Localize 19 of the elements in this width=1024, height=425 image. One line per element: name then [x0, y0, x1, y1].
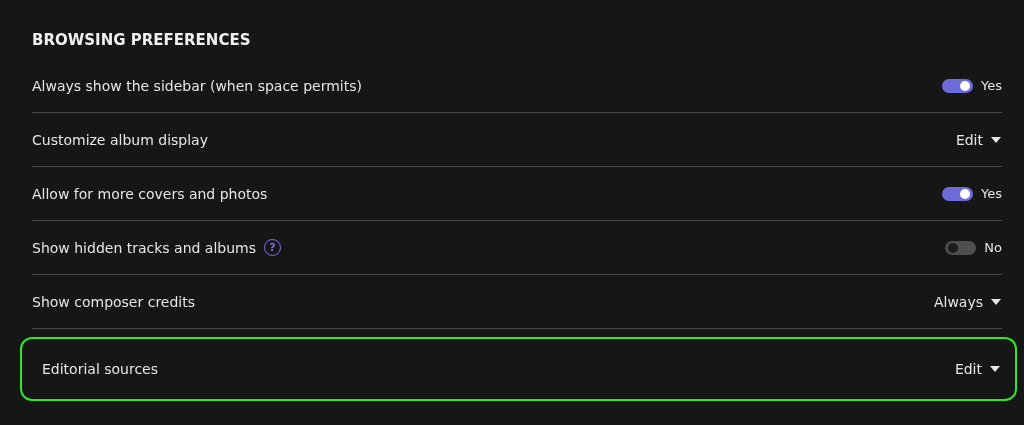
dropdown-button[interactable]: Edit: [954, 361, 1000, 377]
setting-label: Editorial sources: [42, 361, 159, 377]
setting-label: Show composer credits: [32, 293, 195, 310]
setting-label: Show hidden tracks and albums: [32, 239, 257, 256]
caret-icon: [990, 366, 1000, 372]
setting-label: Customize album display: [32, 131, 208, 148]
toggle-value: Yes: [981, 186, 1002, 201]
caret-icon: [991, 136, 1001, 143]
dropdown-button[interactable]: Always: [933, 293, 1001, 310]
toggle-value: Yes: [981, 78, 1002, 93]
toggle-switch[interactable]: [945, 240, 977, 255]
setting-label: Always show the sidebar (when space permits): [32, 77, 362, 94]
toggle-switch[interactable]: [942, 78, 973, 93]
section-title: BROWSING PREFERENCES: [32, 31, 252, 49]
toggle-value: No: [984, 240, 1002, 255]
toggle-switch[interactable]: [942, 186, 973, 201]
dropdown-button[interactable]: Edit: [955, 131, 1001, 148]
setting-label: Allow for more covers and photos: [32, 185, 268, 202]
caret-icon: [991, 298, 1001, 305]
